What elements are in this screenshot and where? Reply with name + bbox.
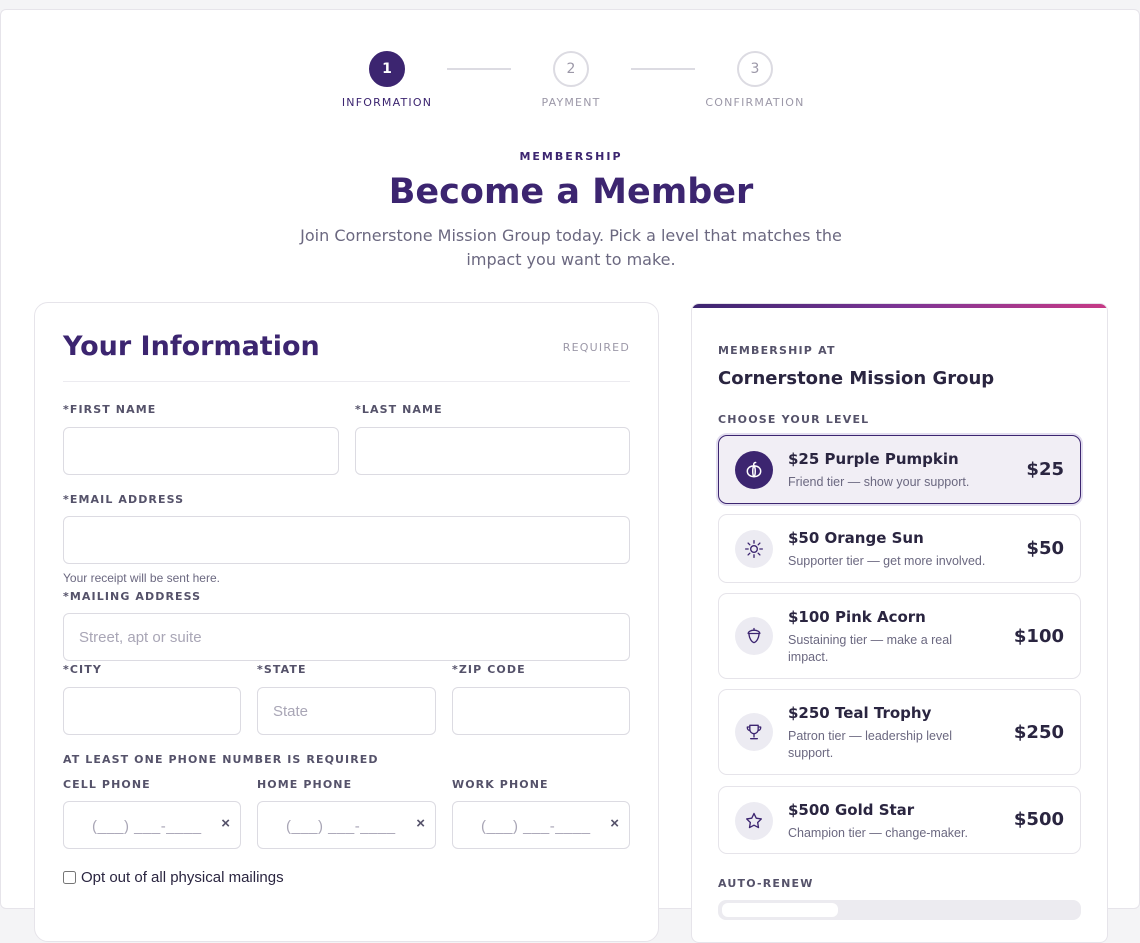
step-connector bbox=[631, 68, 695, 70]
level-price: $25 bbox=[1026, 459, 1064, 480]
information-form: Your Information REQUIRED *FIRST NAME *L… bbox=[34, 302, 659, 942]
level-name: $100 Pink Acorn bbox=[788, 608, 926, 626]
level-option-orange-sun[interactable]: $50 Orange Sun Supporter tier — get more… bbox=[718, 514, 1081, 583]
level-price: $50 bbox=[1026, 538, 1064, 559]
star-icon bbox=[735, 802, 773, 840]
step-number: 2 bbox=[553, 51, 589, 87]
phone-mask: (___) ___-____ bbox=[286, 818, 396, 835]
choose-level-label: CHOOSE YOUR LEVEL bbox=[718, 413, 870, 426]
hero-subtitle: Join Cornerstone Mission Group today. Pi… bbox=[300, 226, 842, 269]
auto-renew-toggle[interactable] bbox=[718, 900, 1081, 920]
zip-label: *ZIP CODE bbox=[452, 663, 526, 676]
level-description: Champion tier — change-maker. bbox=[788, 826, 968, 840]
hero-eyebrow: MEMBERSHIP bbox=[519, 150, 623, 163]
level-name: $500 Gold Star bbox=[788, 801, 915, 819]
step-payment[interactable]: 2 PAYMENT bbox=[511, 51, 631, 109]
step-label: PAYMENT bbox=[541, 96, 601, 109]
level-name: $25 Purple Pumpkin bbox=[788, 450, 959, 468]
level-description: Patron tier — leadership level support. bbox=[788, 729, 952, 760]
membership-eyebrow: MEMBERSHIP AT bbox=[718, 344, 836, 357]
email-field[interactable] bbox=[63, 516, 630, 564]
level-option-pink-acorn[interactable]: $100 Pink Acorn Sustaining tier — make a… bbox=[718, 593, 1081, 679]
pumpkin-icon bbox=[735, 451, 773, 489]
level-description: Sustaining tier — make a real impact. bbox=[788, 633, 952, 664]
clear-icon[interactable]: × bbox=[221, 815, 230, 832]
level-price: $250 bbox=[1013, 722, 1064, 743]
toggle-segment[interactable] bbox=[722, 903, 838, 917]
first-name-field[interactable] bbox=[63, 427, 339, 475]
required-label: REQUIRED bbox=[562, 341, 630, 354]
city-field[interactable] bbox=[63, 687, 241, 735]
opt-out-label: Opt out of all physical mailings bbox=[81, 869, 284, 886]
email-label: *EMAIL ADDRESS bbox=[63, 493, 185, 506]
step-connector bbox=[447, 68, 511, 70]
mailing-address-field[interactable] bbox=[63, 613, 630, 661]
level-description: Supporter tier — get more involved. bbox=[788, 554, 986, 568]
sun-icon bbox=[735, 530, 773, 568]
step-number: 1 bbox=[369, 51, 405, 87]
accent-bar bbox=[692, 304, 1107, 308]
clear-icon[interactable]: × bbox=[416, 815, 425, 832]
last-name-field[interactable] bbox=[355, 427, 630, 475]
phone-required-note: AT LEAST ONE PHONE NUMBER IS REQUIRED bbox=[63, 753, 379, 766]
organization-name: Cornerstone Mission Group bbox=[718, 368, 995, 389]
level-name: $50 Orange Sun bbox=[788, 529, 924, 547]
auto-renew-label: AUTO-RENEW bbox=[718, 877, 814, 890]
form-title: Your Information bbox=[63, 331, 320, 362]
level-price: $500 bbox=[1013, 809, 1064, 830]
step-label: INFORMATION bbox=[341, 96, 433, 109]
email-hint: Your receipt will be sent here. bbox=[63, 571, 220, 585]
level-name: $250 Teal Trophy bbox=[788, 704, 932, 722]
page-title: Become a Member bbox=[388, 172, 754, 212]
cell-phone-field[interactable]: (___) ___-____ × bbox=[63, 801, 241, 849]
level-option-purple-pumpkin[interactable]: $25 Purple Pumpkin Friend tier — show yo… bbox=[718, 435, 1081, 504]
zip-field[interactable] bbox=[452, 687, 630, 735]
level-option-teal-trophy[interactable]: $250 Teal Trophy Patron tier — leadershi… bbox=[718, 689, 1081, 775]
last-name-label: *LAST NAME bbox=[355, 403, 443, 416]
membership-card: MEMBERSHIP AT Cornerstone Mission Group … bbox=[691, 303, 1108, 943]
work-phone-label: WORK PHONE bbox=[452, 778, 549, 791]
divider bbox=[63, 381, 630, 382]
home-phone-field[interactable]: (___) ___-____ × bbox=[257, 801, 436, 849]
first-name-label: *FIRST NAME bbox=[63, 403, 157, 416]
page-card: 1 INFORMATION 2 PAYMENT 3 CONFIRMATION M… bbox=[0, 9, 1140, 943]
step-confirmation[interactable]: 3 CONFIRMATION bbox=[695, 51, 815, 109]
cell-phone-label: CELL PHONE bbox=[63, 778, 151, 791]
phone-mask: (___) ___-____ bbox=[481, 818, 591, 835]
city-label: *CITY bbox=[63, 663, 102, 676]
state-label: *STATE bbox=[257, 663, 307, 676]
clear-icon[interactable]: × bbox=[610, 815, 619, 832]
opt-out-mailings[interactable]: Opt out of all physical mailings bbox=[63, 869, 284, 886]
step-number: 3 bbox=[737, 51, 773, 87]
home-phone-label: HOME PHONE bbox=[257, 778, 353, 791]
level-option-gold-star[interactable]: $500 Gold Star Champion tier — change-ma… bbox=[718, 786, 1081, 854]
acorn-icon bbox=[735, 617, 773, 655]
opt-out-checkbox[interactable] bbox=[63, 871, 76, 884]
phone-mask: (___) ___-____ bbox=[92, 818, 202, 835]
trophy-icon bbox=[735, 713, 773, 751]
state-field[interactable] bbox=[257, 687, 436, 735]
work-phone-field[interactable]: (___) ___-____ × bbox=[452, 801, 630, 849]
level-description: Friend tier — show your support. bbox=[788, 475, 970, 489]
step-label: CONFIRMATION bbox=[705, 96, 805, 109]
mailing-address-label: *MAILING ADDRESS bbox=[63, 590, 202, 603]
level-price: $100 bbox=[1013, 626, 1064, 647]
step-information[interactable]: 1 INFORMATION bbox=[327, 51, 447, 109]
